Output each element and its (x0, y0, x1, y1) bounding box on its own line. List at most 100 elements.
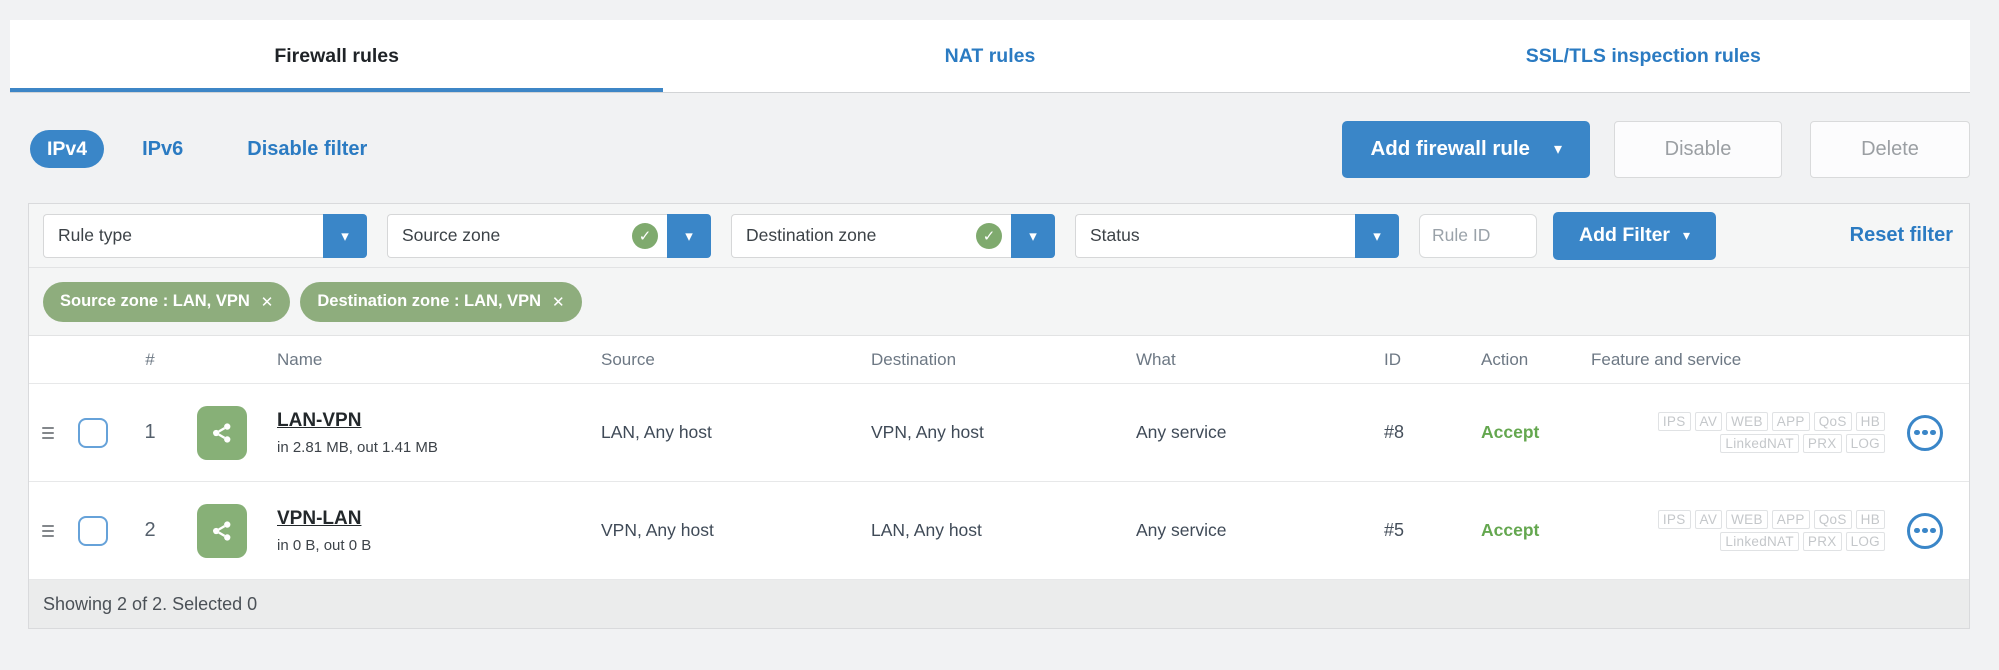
rule-source: VPN, Any host (601, 520, 714, 540)
destination-zone-select[interactable]: Destination zone ✓ ▾ (731, 213, 1055, 258)
chevron-down-icon: ▾ (1373, 227, 1381, 245)
header-num: # (145, 349, 155, 369)
destination-zone-label: Destination zone (746, 225, 877, 245)
toolbar: IPv4 IPv6 Disable filter Add firewall ru… (30, 120, 1970, 178)
share-zone-icon (197, 405, 247, 460)
feature-badge: QoS (1813, 412, 1852, 431)
filter-applied-check-icon: ✓ (632, 222, 658, 249)
active-filters-bar: Source zone : LAN, VPN ✕ Destination zon… (29, 268, 1969, 336)
feature-badge: WEB (1726, 412, 1768, 431)
feature-badge: AV (1694, 412, 1723, 431)
rule-type-dropdown-button[interactable]: ▾ (323, 213, 367, 258)
feature-badge: PRX (1802, 532, 1842, 551)
share-zone-icon (197, 503, 247, 558)
row-number: 1 (144, 421, 156, 443)
rule-id-input[interactable] (1419, 213, 1537, 258)
feature-badge: PRX (1802, 434, 1842, 453)
ipv4-toggle[interactable]: IPv4 (30, 130, 105, 168)
feature-badges: IPS AV WEB APP QoS HB LinkedNAT PRX LOG (1657, 510, 1885, 551)
header-id: ID (1384, 349, 1401, 369)
feature-badge: APP (1771, 510, 1810, 529)
feature-badge: IPS (1657, 412, 1691, 431)
rule-type-select[interactable]: Rule type ▾ (43, 213, 367, 258)
firewall-rules-panel: Rule type ▾ Source zone ✓ ▾ Destination … (28, 203, 1970, 629)
rule-action: Accept (1481, 520, 1540, 540)
feature-badge: HB (1855, 510, 1885, 529)
rule-what: Any service (1136, 422, 1227, 442)
row-menu-ellipsis-icon[interactable] (1907, 512, 1943, 549)
add-firewall-rule-button[interactable]: Add firewall rule ▾ (1342, 120, 1590, 178)
filter-chip-destination-zone[interactable]: Destination zone : LAN, VPN ✕ (300, 281, 582, 322)
feature-badge: LOG (1845, 532, 1885, 551)
filter-chip-label: Destination zone : LAN, VPN (317, 292, 542, 310)
rule-name-link[interactable]: LAN-VPN (277, 410, 361, 432)
disable-filter-link[interactable]: Disable filter (247, 138, 367, 161)
table-header: # Name Source Destination What ID Action… (29, 336, 1969, 384)
feature-badges: IPS AV WEB APP QoS HB LinkedNAT PRX LOG (1657, 412, 1885, 453)
disable-button[interactable]: Disable (1614, 120, 1782, 178)
source-zone-select[interactable]: Source zone ✓ ▾ (387, 213, 711, 258)
rule-traffic: in 0 B, out 0 B (277, 536, 372, 554)
filter-applied-check-icon: ✓ (976, 222, 1002, 249)
header-action: Action (1481, 349, 1529, 369)
rule-source: LAN, Any host (601, 422, 712, 442)
row-checkbox[interactable] (78, 515, 108, 546)
table-row: 2 VPN-LAN in 0 B, out 0 B VPN, Any host … (29, 482, 1969, 580)
chevron-down-icon: ▾ (1553, 141, 1562, 158)
rule-traffic: in 2.81 MB, out 1.41 MB (277, 438, 438, 456)
chevron-down-icon: ▾ (1683, 227, 1691, 243)
destination-zone-dropdown-button[interactable]: ▾ (1011, 213, 1055, 258)
table-row: 1 LAN-VPN in 2.81 MB, out 1.41 MB LAN, A… (29, 384, 1969, 482)
add-filter-button[interactable]: Add Filter ▾ (1553, 211, 1717, 260)
row-checkbox[interactable] (78, 417, 108, 448)
rule-action: Accept (1481, 422, 1540, 442)
ipv6-toggle[interactable]: IPv6 (142, 138, 183, 161)
filter-chip-source-zone[interactable]: Source zone : LAN, VPN ✕ (43, 281, 291, 322)
feature-badge: AV (1694, 510, 1723, 529)
reset-filter-link[interactable]: Reset filter (1850, 224, 1953, 247)
close-icon[interactable]: ✕ (261, 293, 274, 311)
chevron-down-icon: ▾ (685, 227, 693, 245)
rule-id: #8 (1384, 422, 1405, 442)
rule-what: Any service (1136, 520, 1227, 540)
add-firewall-rule-label: Add firewall rule (1370, 137, 1530, 160)
filter-bar: Rule type ▾ Source zone ✓ ▾ Destination … (29, 204, 1969, 268)
tab-firewall-rules[interactable]: Firewall rules (10, 20, 663, 92)
status-select-value: Status (1075, 213, 1355, 258)
feature-badge: APP (1771, 412, 1810, 431)
table-footer-status: Showing 2 of 2. Selected 0 (29, 580, 1969, 628)
rule-destination: VPN, Any host (871, 422, 984, 442)
source-zone-dropdown-button[interactable]: ▾ (667, 213, 711, 258)
rules-tab-bar: Firewall rules NAT rules SSL/TLS inspect… (10, 20, 1970, 93)
rule-id: #5 (1384, 520, 1405, 540)
rule-name-link[interactable]: VPN-LAN (277, 508, 361, 530)
tab-ssl-tls-inspection-rules[interactable]: SSL/TLS inspection rules (1317, 20, 1970, 92)
source-zone-label: Source zone (402, 225, 501, 245)
drag-handle-icon[interactable] (38, 521, 58, 541)
close-icon[interactable]: ✕ (552, 293, 565, 311)
delete-button[interactable]: Delete (1810, 120, 1970, 178)
header-what: What (1136, 349, 1176, 369)
feature-badge: LinkedNAT (1720, 434, 1799, 453)
feature-badge: LinkedNAT (1720, 532, 1799, 551)
source-zone-select-value: Source zone ✓ (387, 213, 667, 258)
header-feature-and-service: Feature and service (1591, 349, 1742, 369)
chevron-down-icon: ▾ (341, 227, 349, 245)
filter-chip-label: Source zone : LAN, VPN (60, 292, 250, 310)
tab-nat-rules[interactable]: NAT rules (663, 20, 1316, 92)
rule-destination: LAN, Any host (871, 520, 982, 540)
feature-badge: QoS (1813, 510, 1852, 529)
feature-badge: IPS (1657, 510, 1691, 529)
header-destination: Destination (871, 349, 957, 369)
rule-type-select-value: Rule type (43, 213, 323, 258)
chevron-down-icon: ▾ (1029, 227, 1037, 245)
row-menu-ellipsis-icon[interactable] (1907, 414, 1943, 451)
status-select[interactable]: Status ▾ (1075, 213, 1399, 258)
drag-handle-icon[interactable] (38, 423, 58, 443)
row-number: 2 (144, 519, 156, 541)
status-dropdown-button[interactable]: ▾ (1355, 213, 1399, 258)
rule-type-label: Rule type (58, 225, 132, 245)
add-filter-label: Add Filter (1579, 224, 1670, 246)
feature-badge: LOG (1845, 434, 1885, 453)
header-source: Source (601, 349, 655, 369)
